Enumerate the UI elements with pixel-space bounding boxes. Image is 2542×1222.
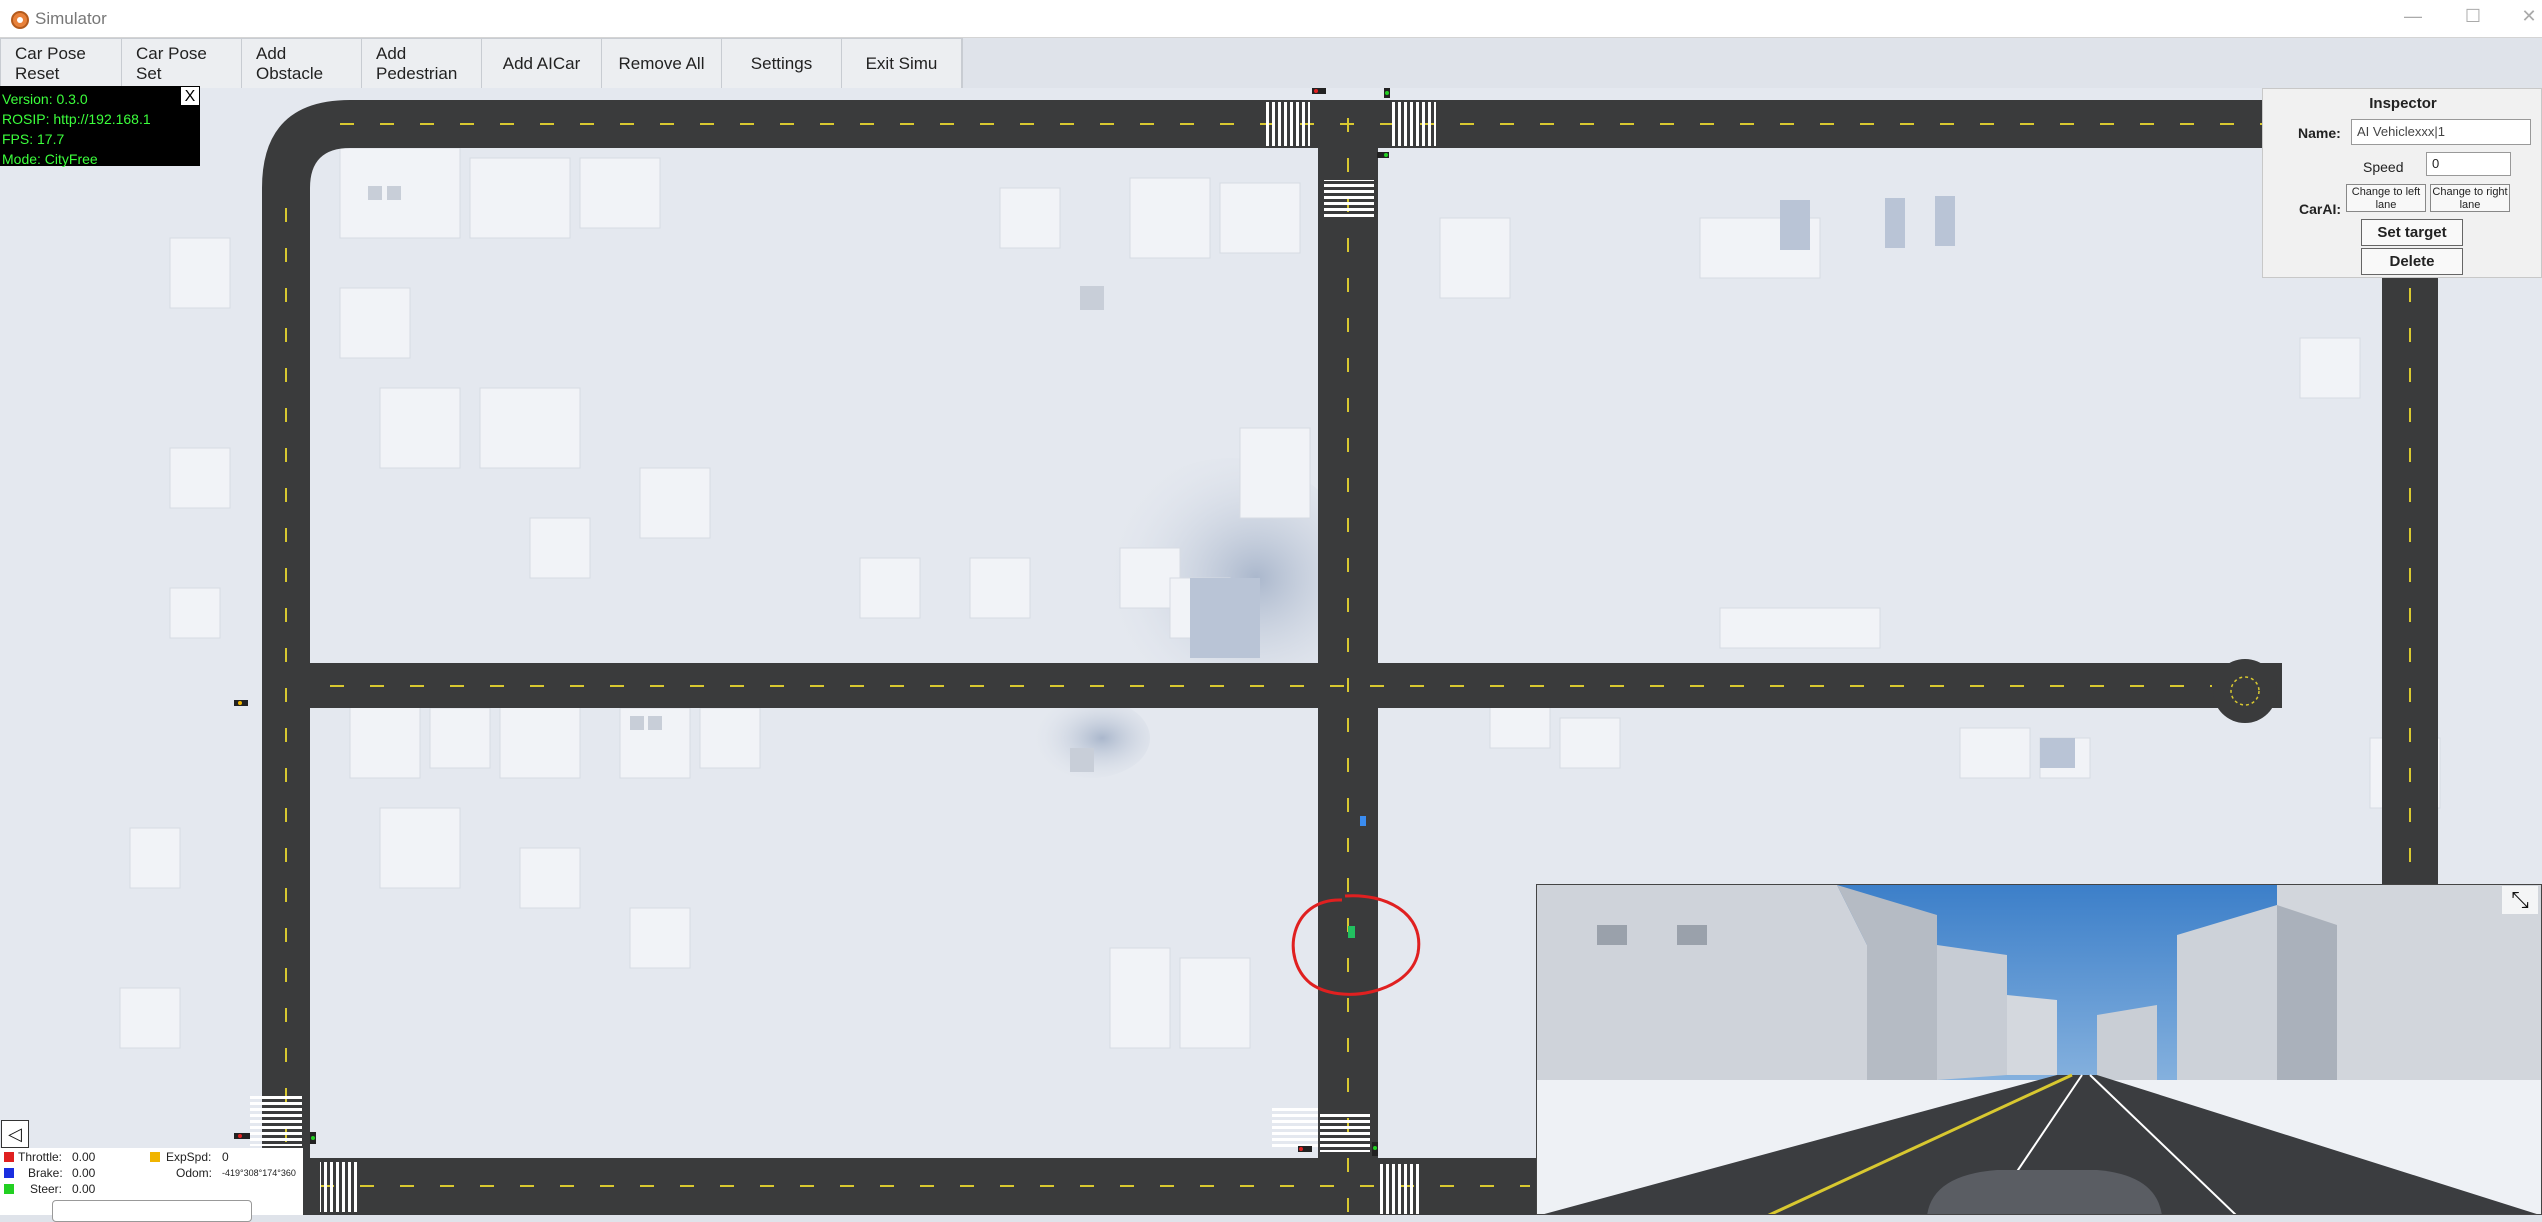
exit-simu-button[interactable]: Exit Simu — [842, 39, 962, 89]
add-obstacle-button[interactable]: Add Obstacle — [242, 39, 362, 89]
expspd-value: 0 — [222, 1150, 229, 1164]
window-title: Simulator — [35, 9, 107, 28]
mode-text: Mode: CityFree — [2, 151, 98, 167]
throttle-color-icon — [4, 1152, 14, 1162]
odom-label: Odom: — [176, 1166, 213, 1180]
steer-color-icon — [4, 1184, 14, 1194]
name-label: Name: — [2298, 125, 2341, 141]
info-panel: Version: 0.3.0 ROSIP: http://192.168.1 F… — [0, 86, 200, 167]
expspd-label: ExpSpd: — [166, 1150, 212, 1164]
fps-text: FPS: 17.7 — [2, 131, 65, 147]
brake-label: Brake: — [28, 1166, 63, 1180]
ai-car[interactable] — [1360, 816, 1366, 826]
collapse-panel-button[interactable]: ◁ — [1, 1120, 29, 1148]
inspector-panel: Inspector Name: AI Vehiclexxx|1 Speed 0 … — [2262, 88, 2542, 278]
brake-value: 0.00 — [72, 1166, 96, 1180]
add-pedestrian-button[interactable]: Add Pedestrian — [362, 39, 482, 89]
title-bar: Simulator — ☐ ✕ — [0, 0, 2542, 38]
speed-input[interactable]: 0 — [2426, 152, 2511, 176]
close-button[interactable]: ✕ — [2514, 6, 2542, 27]
maximize-button[interactable]: ☐ — [2458, 6, 2488, 27]
expspd-color-icon — [150, 1152, 160, 1162]
steer-value: 0.00 — [72, 1182, 96, 1196]
info-close-button[interactable]: X — [180, 86, 200, 106]
remove-all-button[interactable]: Remove All — [602, 39, 722, 89]
app-icon — [11, 11, 29, 29]
change-right-lane-button[interactable]: Change to right lane — [2430, 184, 2510, 212]
version-text: Version: 0.3.0 — [2, 91, 88, 107]
add-aicar-button[interactable]: Add AICar — [482, 39, 602, 89]
settings-button[interactable]: Settings — [722, 39, 842, 89]
expand-icon[interactable]: ⤡ — [2502, 886, 2538, 914]
throttle-label: Throttle: — [18, 1150, 63, 1164]
camera-scene — [1537, 885, 2541, 1214]
name-input[interactable]: AI Vehiclexxx|1 — [2351, 119, 2531, 145]
speed-label: Speed — [2363, 159, 2404, 175]
camera-view[interactable] — [1536, 884, 2542, 1215]
set-target-button[interactable]: Set target — [2361, 219, 2463, 246]
delete-button[interactable]: Delete — [2361, 248, 2463, 275]
car-pose-reset-button[interactable]: Car Pose Reset — [1, 39, 122, 89]
brake-color-icon — [4, 1168, 14, 1178]
rosip-text: ROSIP: http://192.168.1 — [2, 111, 151, 127]
steer-label: Steer: — [30, 1182, 63, 1196]
minimize-button[interactable]: — — [2398, 6, 2428, 27]
bottom-tab[interactable] — [52, 1200, 252, 1222]
inspector-title: Inspector — [2369, 95, 2437, 112]
ego-car[interactable] — [1348, 926, 1355, 938]
toolbar: Car Pose Reset Car Pose Set Add Obstacle… — [0, 38, 963, 90]
carai-label: CarAI: — [2299, 201, 2342, 217]
change-left-lane-button[interactable]: Change to left lane — [2346, 184, 2426, 212]
throttle-value: 0.00 — [72, 1150, 96, 1164]
car-pose-set-button[interactable]: Car Pose Set — [122, 39, 242, 89]
odom-value: -419°308°174°360 — [222, 1168, 296, 1178]
